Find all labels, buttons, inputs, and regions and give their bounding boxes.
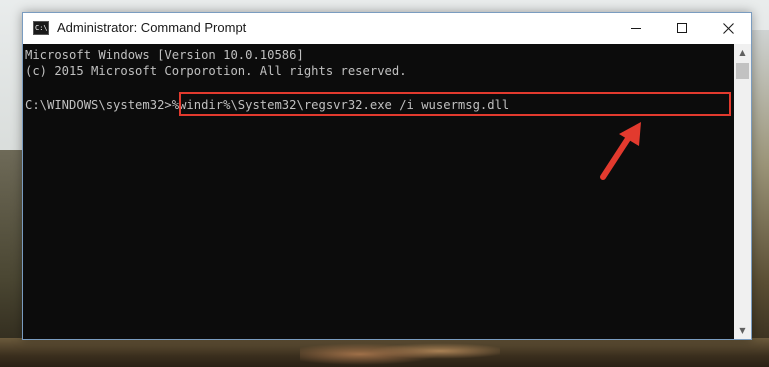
- minimize-icon: [631, 28, 641, 29]
- window-title: Administrator: Command Prompt: [57, 20, 247, 35]
- console-line-version: Microsoft Windows [Version 10.0.10586]: [25, 48, 304, 62]
- close-icon: [723, 23, 734, 34]
- scroll-up-arrow-icon[interactable]: ▲: [734, 44, 751, 61]
- console-output-area[interactable]: Microsoft Windows [Version 10.0.10586] (…: [23, 44, 734, 339]
- command-prompt-window[interactable]: C:\ Administrator: Command Prompt Micros…: [22, 12, 752, 340]
- vertical-scrollbar[interactable]: ▲ ▼: [734, 44, 751, 339]
- minimize-button[interactable]: [613, 13, 659, 44]
- console-icon[interactable]: C:\: [33, 21, 49, 35]
- maximize-button[interactable]: [659, 13, 705, 44]
- scrollbar-thumb[interactable]: [736, 63, 749, 79]
- background-tree-right: [750, 30, 769, 367]
- maximize-icon: [677, 23, 687, 33]
- close-button[interactable]: [705, 13, 751, 44]
- scroll-down-arrow-icon[interactable]: ▼: [734, 322, 751, 339]
- console-line-copyright: (c) 2015 Microsoft Corporotion. All righ…: [25, 64, 407, 78]
- command-highlight-box: [179, 92, 731, 116]
- console-prompt: C:\WINDOWS\system32>: [25, 98, 172, 112]
- title-bar[interactable]: C:\ Administrator: Command Prompt: [23, 13, 751, 44]
- red-arrow-icon: [600, 122, 641, 180]
- background-tree-left: [0, 150, 22, 367]
